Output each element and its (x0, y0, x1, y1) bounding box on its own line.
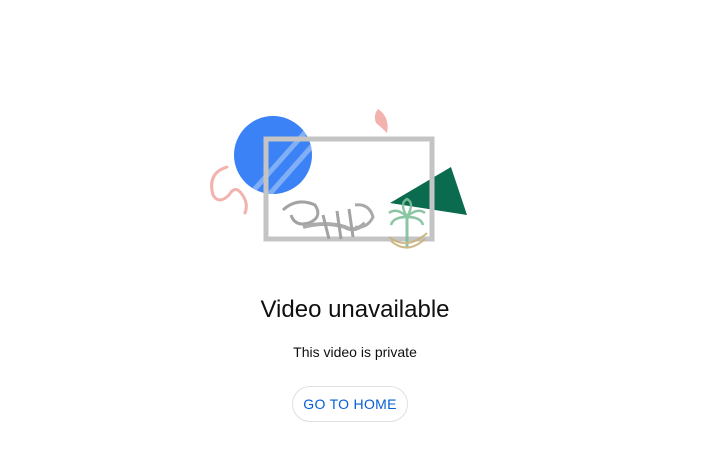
green-triangle (390, 167, 467, 215)
illustration-svg (210, 109, 467, 249)
video-error-page: Video unavailable This video is private … (0, 0, 710, 453)
blue-circle (234, 116, 312, 194)
pink-semicircle (374, 109, 388, 133)
video-unavailable-illustration (205, 105, 475, 265)
error-message: This video is private (293, 344, 417, 360)
go-to-home-button[interactable]: GO TO HOME (292, 386, 408, 422)
error-title: Video unavailable (260, 296, 450, 323)
